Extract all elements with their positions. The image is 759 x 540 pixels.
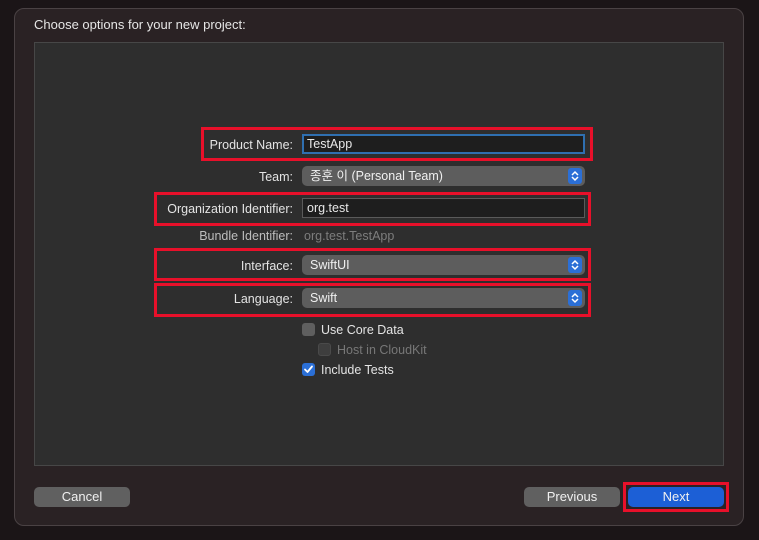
bundle-identifier-value: org.test.TestApp — [304, 229, 395, 243]
team-popup[interactable]: 종훈 이 (Personal Team) — [302, 166, 585, 186]
bundle-identifier-label: Bundle Identifier: — [199, 229, 293, 243]
highlight-box-organization-identifier — [154, 192, 591, 226]
team-value: 종훈 이 (Personal Team) — [310, 169, 443, 183]
checkmark-icon — [304, 365, 313, 373]
include-tests-label[interactable]: Include Tests — [321, 363, 394, 377]
updown-chevron-icon — [568, 168, 582, 184]
highlight-box-language — [154, 283, 591, 317]
highlight-box-interface — [154, 248, 591, 281]
cancel-button[interactable]: Cancel — [34, 487, 130, 507]
include-tests-checkbox[interactable] — [302, 363, 315, 376]
use-core-data-label[interactable]: Use Core Data — [321, 323, 404, 337]
highlight-box-product-name — [201, 127, 593, 161]
use-core-data-checkbox[interactable] — [302, 323, 315, 336]
highlight-box-next — [623, 482, 729, 512]
previous-button[interactable]: Previous — [524, 487, 620, 507]
host-in-cloudkit-label: Host in CloudKit — [337, 343, 427, 357]
team-label: Team: — [258, 170, 293, 184]
dialog-title: Choose options for your new project: — [34, 17, 246, 32]
host-in-cloudkit-checkbox — [318, 343, 331, 356]
